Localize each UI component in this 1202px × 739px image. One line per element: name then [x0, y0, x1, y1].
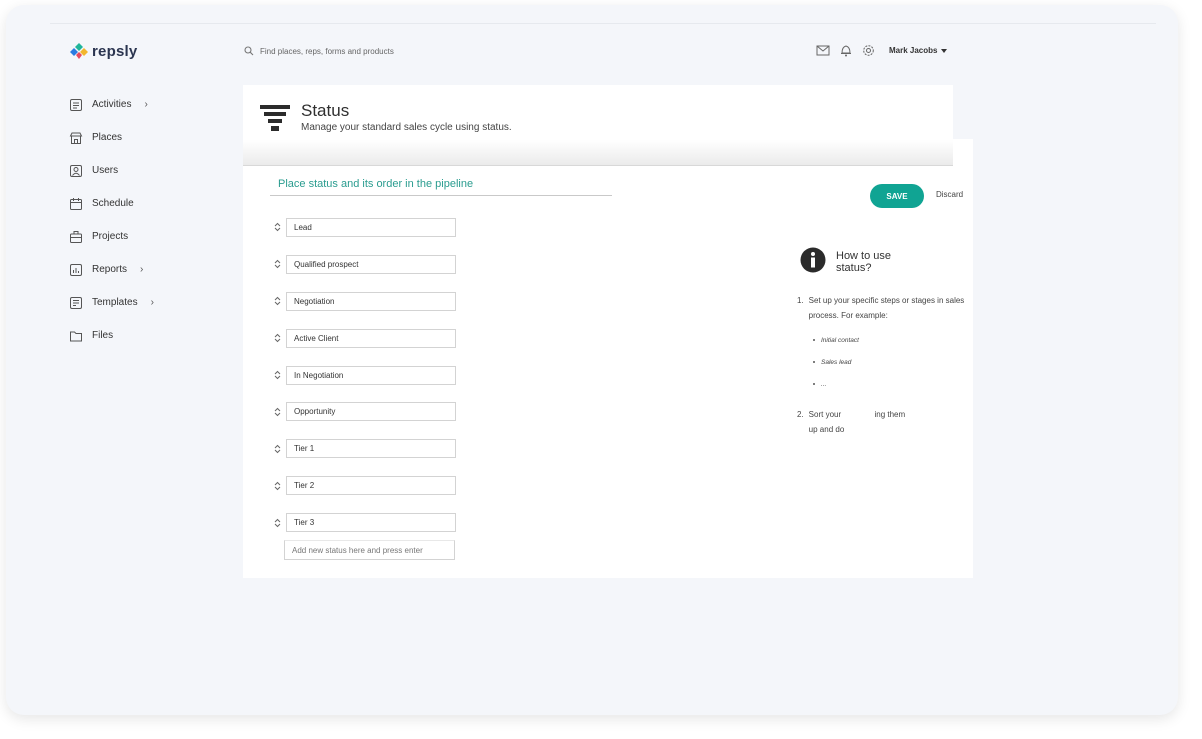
funnel-icon: [260, 105, 290, 131]
page-title: Status: [301, 101, 350, 120]
status-field[interactable]: Opportunity: [286, 402, 456, 422]
status-field[interactable]: In Negotiation: [286, 365, 456, 385]
sidebar: Activities › Places Users Schedule Proje…: [69, 88, 154, 352]
status-field[interactable]: Negotiation: [286, 291, 456, 311]
header-divider-shadow: [243, 140, 953, 166]
sidebar-item-label: Files: [92, 330, 114, 341]
user-menu[interactable]: Mark Jacobs: [889, 46, 948, 55]
status-field[interactable]: Active Client: [286, 328, 456, 348]
panel-edge: [953, 139, 973, 166]
chevron-right-icon: ›: [150, 297, 154, 308]
global-search[interactable]: Find places, reps, forms and products: [244, 46, 394, 56]
status-row: Active Client: [273, 320, 456, 357]
sidebar-item-places[interactable]: Places: [69, 121, 154, 154]
calendar-icon: [70, 197, 82, 210]
user-icon: [70, 164, 82, 177]
help-title: How to use status?: [836, 250, 892, 274]
example-list: Initial contact Sales lead ...: [813, 329, 967, 395]
drag-handle-icon[interactable]: [273, 407, 282, 417]
status-row: Opportunity: [273, 393, 456, 430]
drag-handle-icon[interactable]: [273, 481, 282, 491]
chevron-down-icon: [941, 48, 948, 53]
status-row: In Negotiation: [273, 357, 456, 394]
status-list: Lead Qualified prospect Negotiation Acti…: [273, 209, 456, 541]
sidebar-item-label: Places: [92, 132, 123, 143]
drag-handle-icon[interactable]: [273, 259, 282, 269]
status-row: Tier 3: [273, 504, 456, 541]
sidebar-item-files[interactable]: Files: [69, 319, 154, 352]
drag-handle-icon[interactable]: [273, 518, 282, 528]
repsly-logo[interactable]: repsly: [70, 42, 137, 60]
bell-icon[interactable]: [840, 44, 852, 57]
drag-handle-icon[interactable]: [273, 444, 282, 454]
header-actions: Mark Jacobs: [816, 44, 948, 57]
status-row: Qualified prospect: [273, 246, 456, 283]
chevron-right-icon: ›: [140, 264, 144, 275]
repsly-logo-icon: [70, 43, 88, 59]
status-field[interactable]: Tier 3: [286, 513, 456, 533]
status-field[interactable]: Lead: [286, 217, 456, 237]
sidebar-item-label: Users: [92, 165, 119, 176]
activities-icon: [70, 98, 82, 111]
help-step: 1. Set up your specific steps or stages …: [797, 293, 967, 323]
help-steps: 1. Set up your specific steps or stages …: [797, 293, 967, 437]
sidebar-item-label: Projects: [92, 231, 129, 242]
sidebar-item-label: Schedule: [92, 198, 134, 209]
drag-handle-icon[interactable]: [273, 333, 282, 343]
status-row: Tier 2: [273, 467, 456, 504]
sidebar-item-activities[interactable]: Activities ›: [69, 88, 154, 121]
list-item: Initial contact: [813, 329, 967, 351]
step-number: 2.: [797, 410, 804, 419]
search-input[interactable]: Find places, reps, forms and products: [260, 47, 394, 56]
pipeline-heading: Place status and its order in the pipeli…: [270, 178, 612, 196]
header-divider: [50, 23, 1156, 24]
status-field[interactable]: Tier 1: [286, 439, 456, 459]
step-number: 1.: [797, 296, 804, 305]
status-row: Lead: [273, 209, 456, 246]
user-name: Mark Jacobs: [889, 46, 938, 55]
sidebar-item-label: Templates: [92, 297, 138, 308]
gear-icon[interactable]: [862, 44, 875, 57]
step-text: Sort your ..............ing them up and …: [808, 410, 906, 434]
brand-name: repsly: [92, 42, 138, 60]
sidebar-item-reports[interactable]: Reports ›: [69, 253, 154, 286]
search-icon: [244, 46, 254, 56]
status-field[interactable]: Qualified prospect: [286, 254, 456, 274]
list-item: ...: [813, 373, 967, 395]
status-field[interactable]: Tier 2: [286, 476, 456, 496]
step-text: Set up your specific steps or stages in …: [808, 296, 965, 320]
sidebar-item-projects[interactable]: Projects: [69, 220, 154, 253]
page-subtitle: Manage your standard sales cycle using s…: [301, 122, 512, 133]
chart-icon: [70, 263, 82, 276]
save-button[interactable]: SAVE: [870, 184, 924, 208]
sidebar-item-label: Activities: [92, 99, 132, 110]
sidebar-item-schedule[interactable]: Schedule: [69, 187, 154, 220]
folder-icon: [70, 331, 82, 341]
sidebar-item-label: Reports: [92, 264, 128, 275]
discard-button[interactable]: Discard: [936, 190, 963, 199]
help-step: 2. Sort your ..............ing them up a…: [797, 407, 967, 437]
list-item: Sales lead: [813, 351, 967, 373]
template-icon: [70, 296, 82, 309]
store-icon: [69, 132, 83, 144]
sidebar-item-templates[interactable]: Templates ›: [69, 286, 154, 319]
briefcase-icon: [70, 230, 82, 243]
info-icon: [800, 247, 826, 273]
sidebar-item-users[interactable]: Users: [69, 154, 154, 187]
chevron-right-icon: ›: [144, 99, 148, 110]
drag-handle-icon[interactable]: [273, 370, 282, 380]
drag-handle-icon[interactable]: [273, 296, 282, 306]
status-row: Negotiation: [273, 283, 456, 320]
drag-handle-icon[interactable]: [273, 222, 282, 232]
mail-icon[interactable]: [816, 45, 830, 56]
new-status-input[interactable]: Add new status here and press enter: [284, 540, 455, 560]
status-row: Tier 1: [273, 430, 456, 467]
